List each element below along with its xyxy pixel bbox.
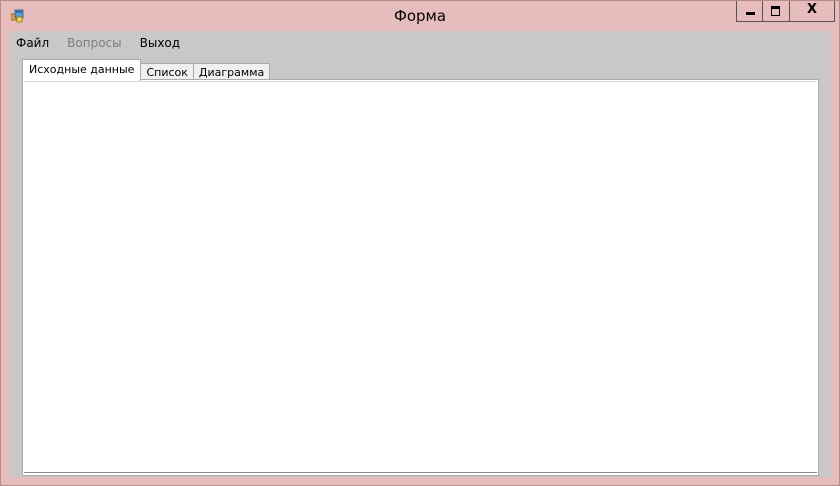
close-button[interactable]: X	[790, 1, 835, 22]
client-area: Файл Вопросы Выход Исходные данные Списо…	[9, 31, 831, 477]
tab-source-data[interactable]: Исходные данные	[22, 59, 142, 81]
close-icon: X	[806, 2, 818, 17]
menu-item-exit[interactable]: Выход	[131, 31, 189, 55]
menu-item-file[interactable]: Файл	[9, 31, 58, 55]
tab-panel-source-data	[22, 79, 819, 476]
maximize-icon	[771, 6, 780, 16]
maximize-button[interactable]	[763, 1, 790, 22]
menu-item-questions: Вопросы	[67, 36, 122, 50]
menu-bar: Файл Вопросы Выход	[9, 31, 831, 55]
window-controls: X	[736, 1, 835, 22]
window-title: Форма	[393, 7, 447, 25]
minimize-icon	[746, 12, 755, 15]
title-bar[interactable]: Форма X	[1, 1, 839, 31]
tab-panel-content	[24, 81, 817, 473]
main-window: Форма X Файл Вопросы Выход Исходные данн…	[0, 0, 840, 486]
minimize-button[interactable]	[736, 1, 763, 22]
tab-strip: Исходные данные Список Диаграмма	[22, 59, 271, 81]
